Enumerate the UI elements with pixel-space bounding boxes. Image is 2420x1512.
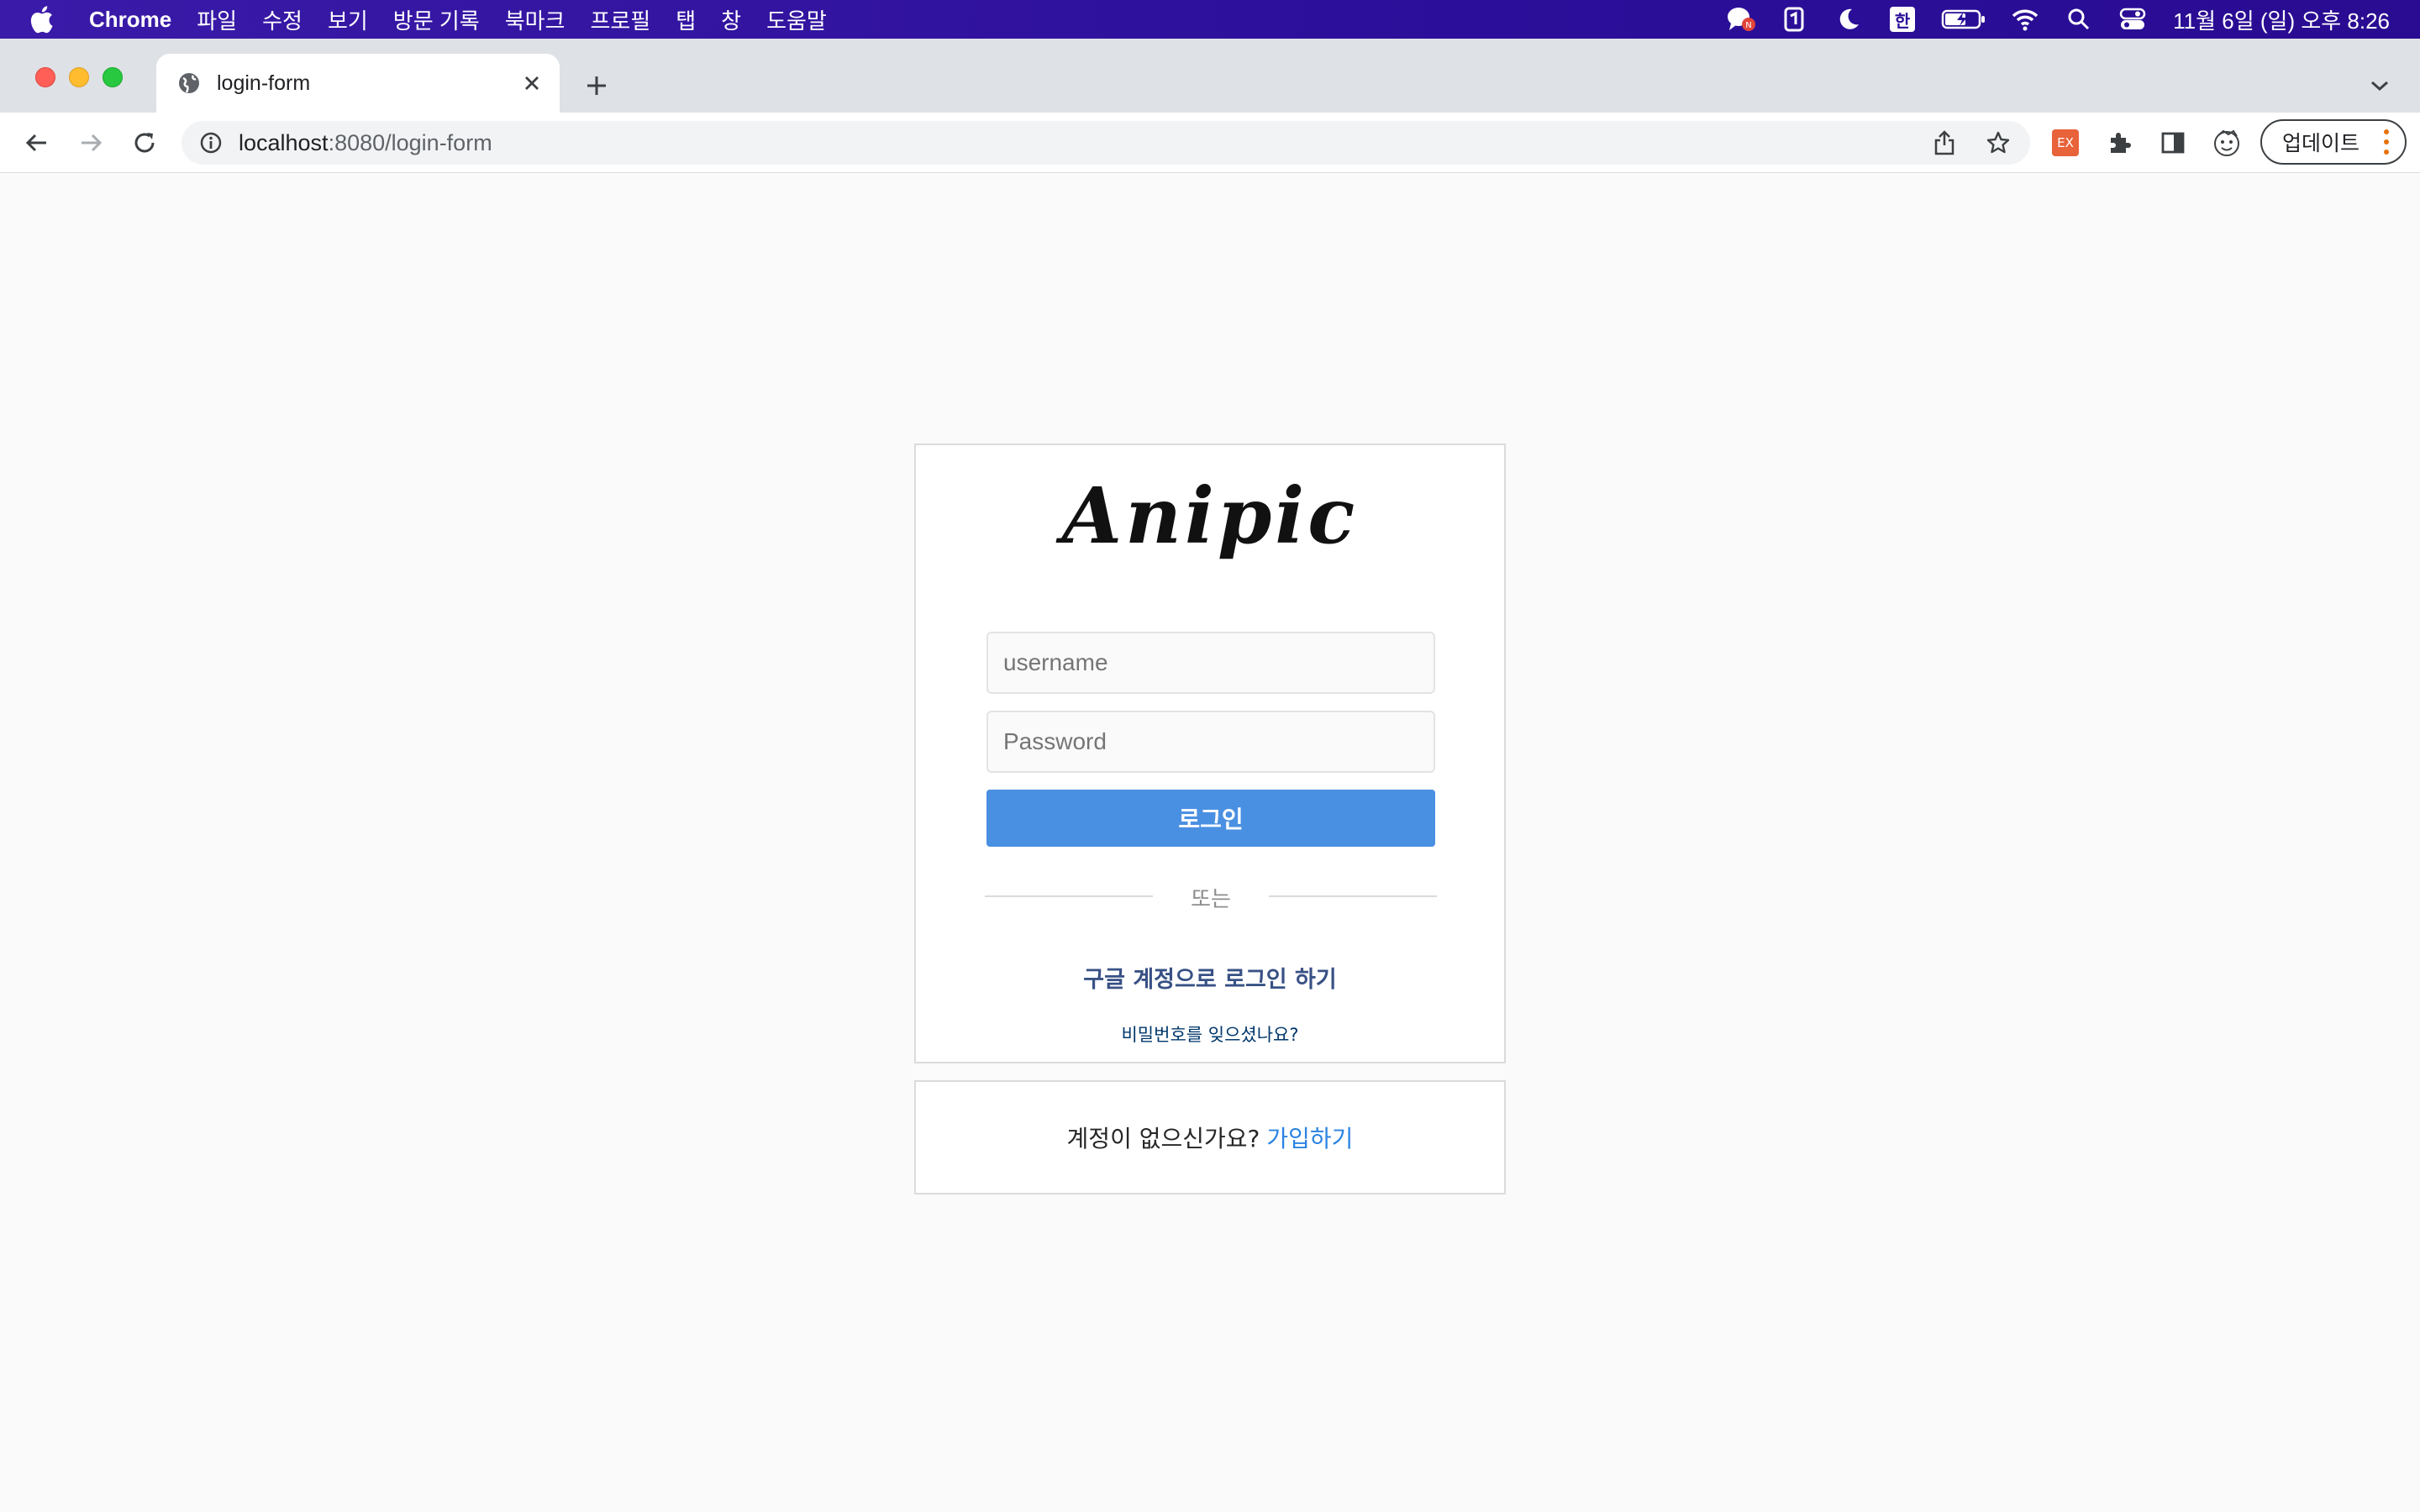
divider-line-left [985, 895, 1153, 897]
profile-avatar-icon[interactable] [2212, 128, 2242, 158]
do-not-disturb-moon-icon[interactable] [1833, 4, 1864, 34]
extensions-puzzle-icon[interactable] [2104, 128, 2134, 158]
menu-app-name[interactable]: Chrome [89, 7, 171, 33]
tab-search-chevron-icon[interactable] [2365, 71, 2395, 101]
battery-icon[interactable] [1941, 4, 1986, 34]
signup-prompt: 계정이 없으신가요? [1066, 1125, 1260, 1152]
browser-toolbar: localhost:8080/login-form EX 업데이트 [0, 113, 2420, 173]
extension-ex-icon[interactable]: EX [2050, 128, 2081, 158]
signup-link[interactable]: 가입하기 [1266, 1121, 1353, 1154]
menubar-clock[interactable]: 11월 6일 (일) 오후 8:26 [2173, 4, 2390, 35]
reload-icon[interactable] [126, 124, 163, 161]
side-panel-icon[interactable] [2158, 128, 2188, 158]
globe-icon [176, 71, 202, 96]
tab-close-icon[interactable] [519, 71, 544, 96]
window-zoom-button[interactable] [103, 67, 123, 87]
url-path: :8080/login-form [328, 129, 492, 155]
share-icon[interactable] [1931, 129, 1958, 156]
site-info-icon[interactable] [198, 130, 224, 155]
menu-history[interactable]: 방문 기록 [393, 4, 480, 35]
menu-window[interactable]: 창 [721, 4, 741, 35]
update-button-label: 업데이트 [2282, 132, 2360, 155]
menu-file[interactable]: 파일 [197, 4, 237, 35]
spotlight-search-icon[interactable] [2064, 4, 2094, 34]
kebab-menu-icon[interactable] [2383, 129, 2390, 155]
menu-edit[interactable]: 수정 [262, 4, 302, 35]
menu-tab[interactable]: 탭 [676, 4, 696, 35]
bookmark-star-icon[interactable] [1985, 129, 2012, 156]
username-input[interactable] [986, 632, 1435, 694]
back-arrow-icon[interactable] [18, 124, 55, 161]
url-text[interactable]: localhost:8080/login-form [239, 130, 492, 156]
divider-or-text: 또는 [1191, 887, 1231, 912]
macos-menu-bar: Chrome 파일 수정 보기 방문 기록 북마크 프로필 탭 창 도움말 N … [0, 0, 2420, 39]
app-logo: Anipic [1061, 470, 1359, 561]
control-center-icon[interactable] [2118, 4, 2148, 34]
wifi-icon[interactable] [2010, 4, 2040, 34]
new-tab-plus-icon[interactable] [580, 69, 613, 102]
url-host: localhost [239, 129, 329, 155]
login-button[interactable]: 로그인 [986, 790, 1435, 847]
notification-badge: N [1745, 21, 1751, 30]
browser-tab-strip: login-form [0, 39, 2420, 113]
forgot-password-link[interactable]: 비밀번호를 잊으셨나요? [916, 1021, 1504, 1047]
input-method-icon[interactable]: 한 [1887, 4, 1918, 34]
menu-view[interactable]: 보기 [328, 4, 368, 35]
tab-title: login-form [217, 71, 311, 95]
window-close-button[interactable] [35, 67, 55, 87]
signup-card: 계정이 없으신가요? 가입하기 [914, 1080, 1506, 1194]
window-minimize-button[interactable] [69, 67, 89, 87]
google-login-link[interactable]: 구글 계정으로 로그인 하기 [916, 961, 1504, 994]
messenger-icon[interactable]: N [1726, 4, 1756, 34]
tab-login-form[interactable]: login-form [156, 54, 560, 113]
menu-help[interactable]: 도움말 [766, 4, 827, 35]
input-method-label: 한 [1890, 7, 1916, 32]
divider-line-right [1269, 895, 1437, 897]
menu-profiles[interactable]: 프로필 [590, 4, 650, 35]
update-button[interactable]: 업데이트 [2260, 119, 2407, 165]
address-bar[interactable]: localhost:8080/login-form [182, 121, 2030, 165]
menu-bookmarks[interactable]: 북마크 [505, 4, 566, 35]
password-input[interactable] [986, 711, 1435, 773]
login-card: Anipic 로그인 또는 구글 계정으로 로그인 하기 비밀번호를 잊으셨나요… [914, 444, 1506, 1063]
extension-ex-label: EX [2052, 129, 2079, 156]
apple-menu-icon[interactable] [29, 5, 62, 34]
forward-arrow-icon[interactable] [72, 124, 109, 161]
note-icon[interactable] [1780, 4, 1810, 34]
